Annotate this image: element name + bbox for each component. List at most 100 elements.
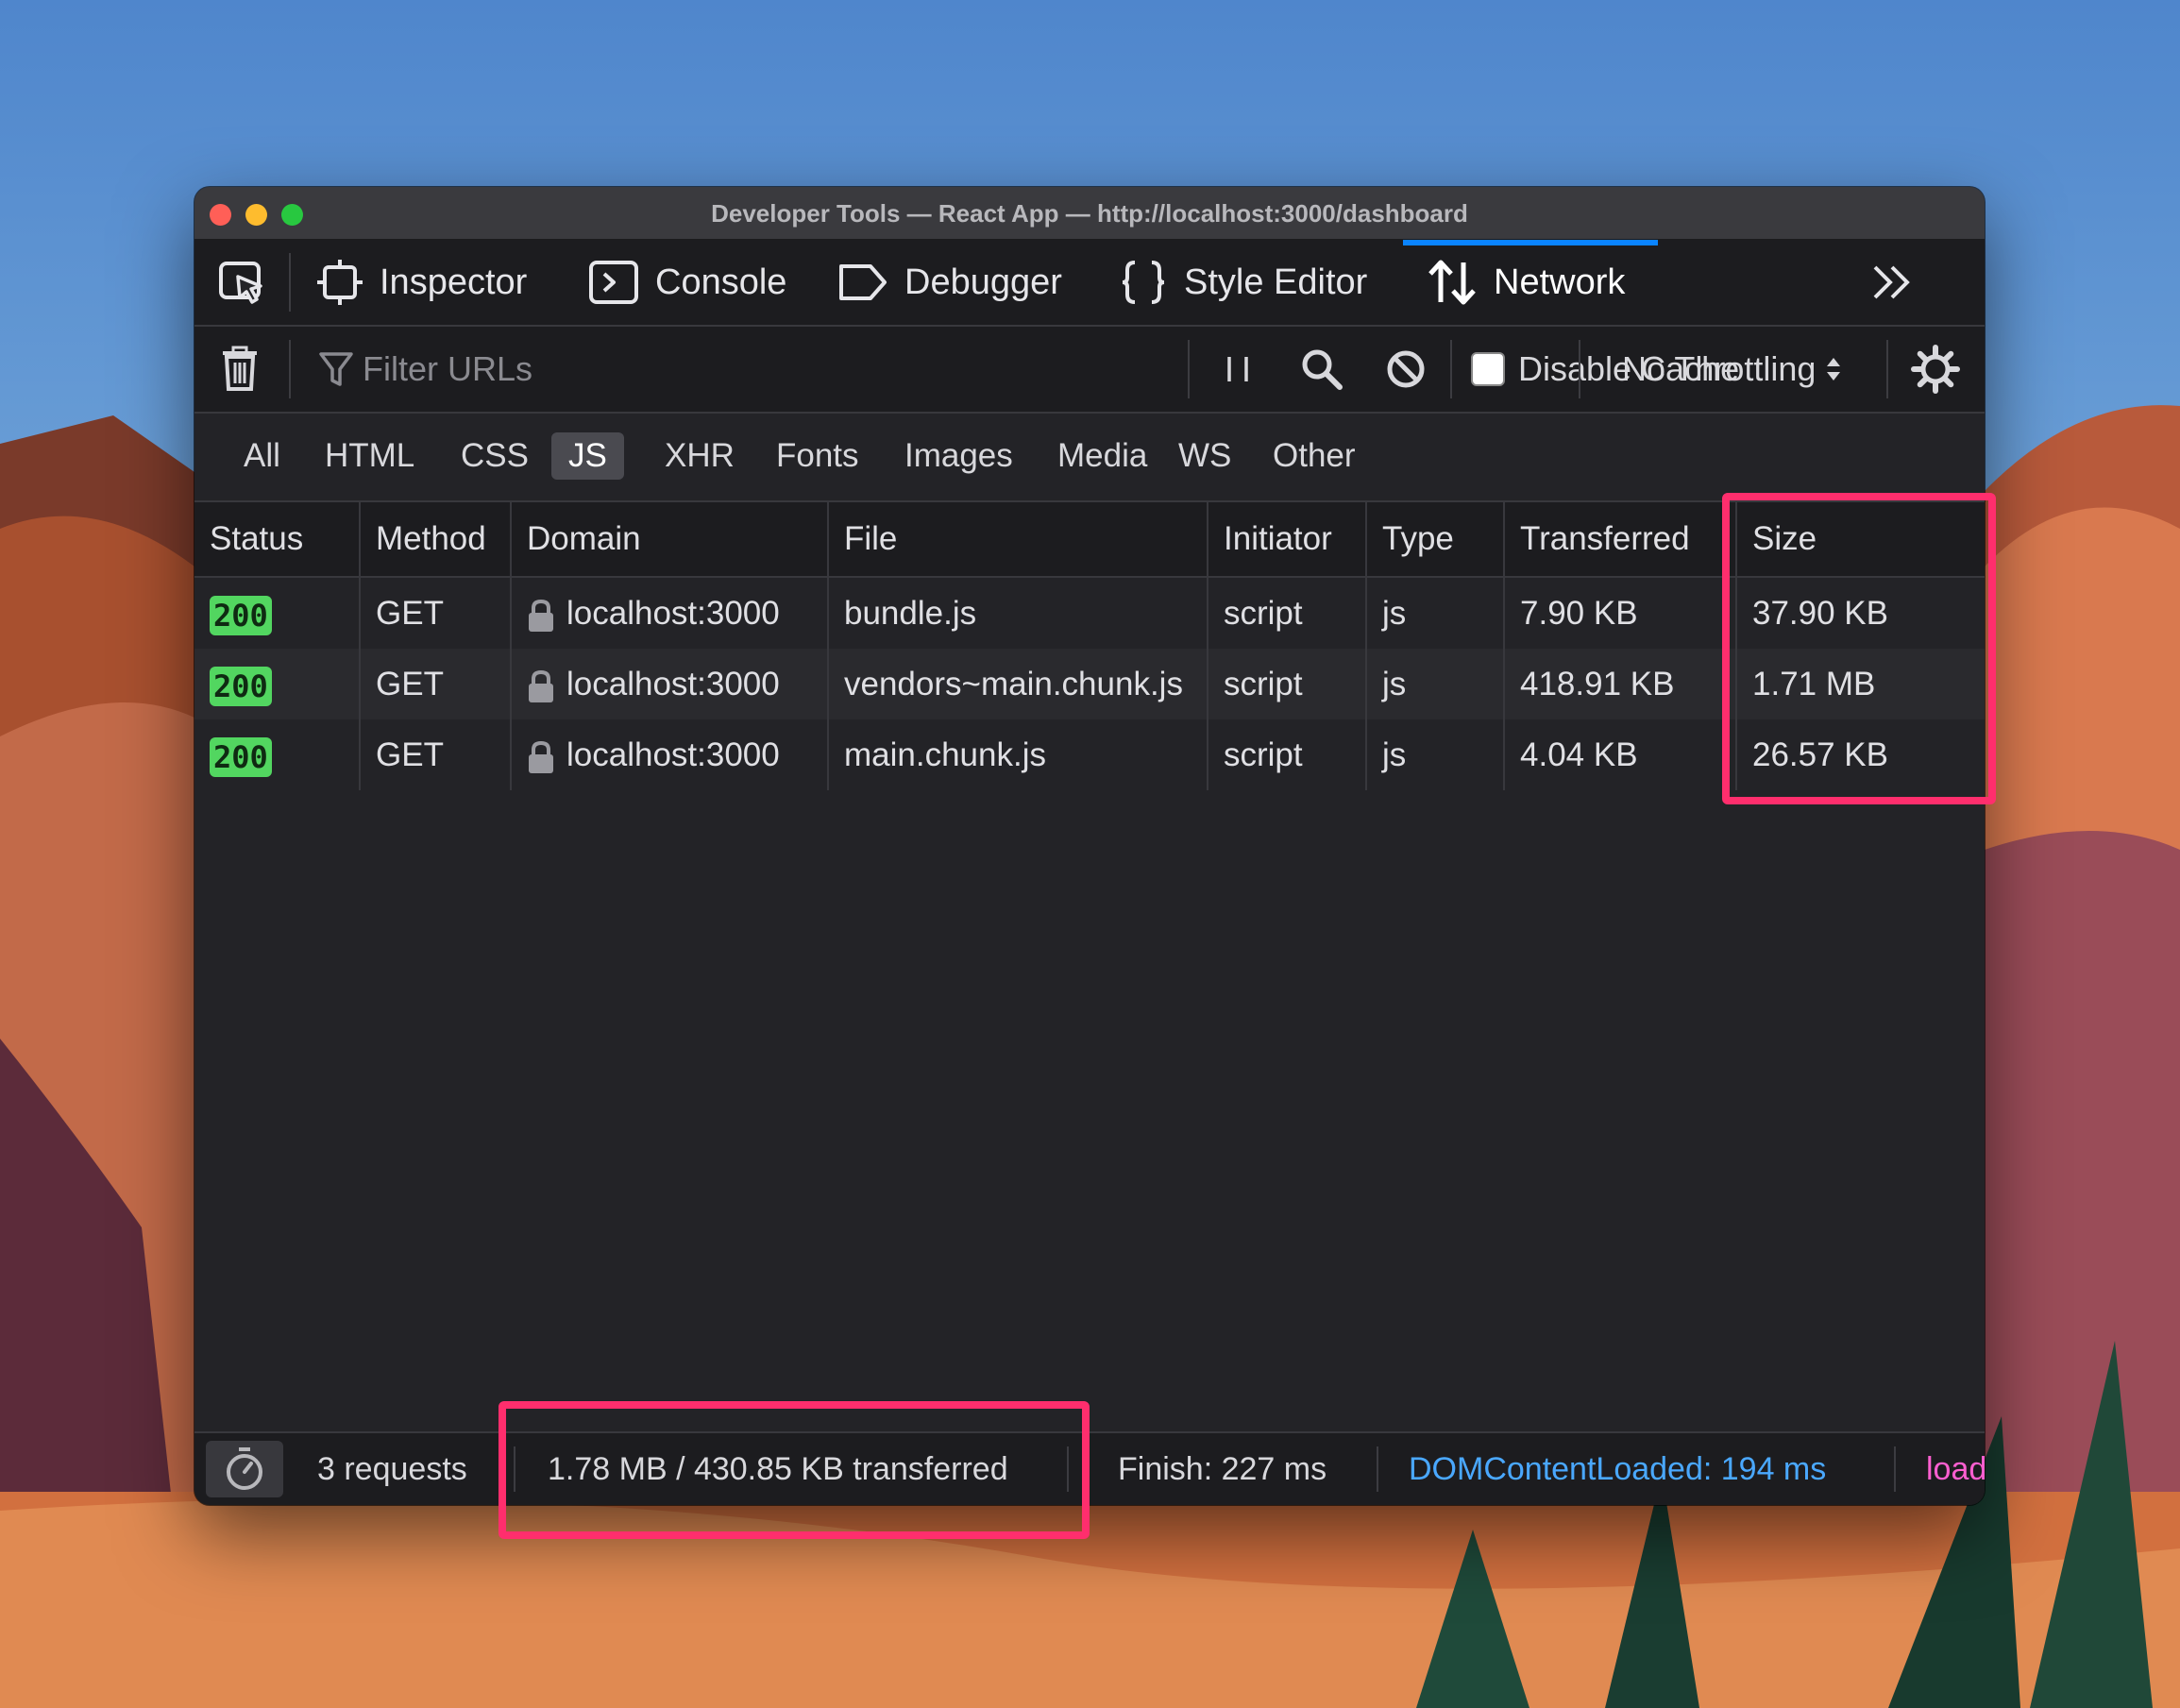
tab-debugger-label: Debugger: [904, 262, 1062, 302]
debugger-icon: [839, 264, 887, 300]
performance-analysis-button[interactable]: [206, 1441, 283, 1497]
initiator-cell: script: [1208, 719, 1367, 790]
throttling-select[interactable]: No Throttling: [1622, 327, 1842, 412]
method-cell: GET: [361, 649, 512, 719]
size-column-highlight: [1722, 493, 1996, 804]
status-cell: 200: [194, 719, 361, 790]
column-header-type[interactable]: Type: [1367, 502, 1505, 576]
disable-cache-checkbox[interactable]: [1471, 352, 1505, 386]
status-divider: [1377, 1446, 1378, 1492]
network-icon: [1428, 260, 1476, 305]
gear-icon: [1911, 345, 1960, 394]
type-filter-xhr[interactable]: XHR: [648, 432, 752, 480]
type-filter-media[interactable]: Media: [1040, 432, 1164, 480]
initiator-cell: script: [1208, 578, 1367, 649]
table-row[interactable]: 200 GET localhost:3000 vendors~main.chun…: [194, 649, 1985, 719]
type-filter-fonts[interactable]: Fonts: [759, 432, 876, 480]
status-cell: 200: [194, 578, 361, 649]
stopwatch-icon: [227, 1447, 262, 1490]
column-header-transferred[interactable]: Transferred: [1505, 502, 1737, 576]
requests-table-header: Status Method Domain File Initiator Type…: [194, 502, 1985, 578]
block-requests-button[interactable]: [1386, 327, 1426, 412]
column-header-domain[interactable]: Domain: [512, 502, 829, 576]
status-cell: 200: [194, 649, 361, 719]
filter-divider: [1886, 340, 1888, 398]
double-chevron-icon: [1873, 265, 1910, 299]
file-cell: vendors~main.chunk.js: [829, 649, 1208, 719]
method-cell: GET: [361, 578, 512, 649]
type-filter-other[interactable]: Other: [1256, 432, 1373, 480]
filter-divider: [1450, 340, 1452, 398]
tab-network-label: Network: [1494, 262, 1626, 302]
transferred-cell: 7.90 KB: [1505, 578, 1737, 649]
column-header-status[interactable]: Status: [194, 502, 361, 576]
tab-inspector-label: Inspector: [380, 262, 528, 302]
column-header-initiator[interactable]: Initiator: [1208, 502, 1367, 576]
search-button[interactable]: [1301, 327, 1343, 412]
element-picker-button[interactable]: [217, 240, 266, 325]
filter-divider: [1188, 340, 1190, 398]
filter-divider-2: [1579, 340, 1580, 398]
devtools-toolbar: Inspector Console Debugger Style Editor: [194, 240, 1985, 327]
lock-icon: [529, 740, 553, 773]
tab-inspector[interactable]: Inspector: [317, 240, 527, 325]
type-filter-css[interactable]: CSS: [444, 432, 546, 480]
filter-icon: [319, 352, 353, 386]
network-status-bar: 3 requests 1.78 MB / 430.85 KB transferr…: [194, 1431, 1985, 1505]
type-filter-html[interactable]: HTML: [308, 432, 431, 480]
style-editor-icon: [1122, 261, 1165, 304]
type-filter-ws[interactable]: WS: [1161, 432, 1248, 480]
network-settings-button[interactable]: [1911, 327, 1960, 412]
domain-cell: localhost:3000: [512, 578, 829, 649]
throttling-value: No Throttling: [1622, 349, 1817, 388]
initiator-cell: script: [1208, 649, 1367, 719]
file-cell: main.chunk.js: [829, 719, 1208, 790]
domain-cell: localhost:3000: [512, 719, 829, 790]
pause-icon: [1227, 357, 1248, 381]
file-cell: bundle.js: [829, 578, 1208, 649]
tab-style-editor[interactable]: Style Editor: [1120, 240, 1367, 325]
tab-network[interactable]: Network: [1428, 240, 1625, 325]
transferred-summary-highlight: [499, 1401, 1090, 1539]
table-row[interactable]: 200 GET localhost:3000 main.chunk.js scr…: [194, 719, 1985, 790]
window-title: Developer Tools — React App — http://loc…: [711, 199, 1468, 228]
transferred-cell: 418.91 KB: [1505, 649, 1737, 719]
finish-time: Finish: 227 ms: [1118, 1451, 1327, 1487]
column-header-file[interactable]: File: [829, 502, 1208, 576]
type-cell: js: [1367, 719, 1505, 790]
trash-icon: [223, 346, 257, 391]
block-icon: [1387, 350, 1425, 388]
filter-urls-input[interactable]: Filter URLs: [319, 327, 1188, 412]
type-filter-images[interactable]: Images: [887, 432, 1030, 480]
tab-console[interactable]: Console: [589, 240, 786, 325]
table-row[interactable]: 200 GET localhost:3000 bundle.js script …: [194, 578, 1985, 649]
filter-urls-placeholder: Filter URLs: [363, 349, 533, 388]
domain-cell: localhost:3000: [512, 649, 829, 719]
status-badge: 200: [210, 736, 272, 777]
request-count: 3 requests: [317, 1451, 467, 1487]
type-cell: js: [1367, 578, 1505, 649]
search-icon: [1302, 349, 1343, 390]
tab-style-editor-label: Style Editor: [1184, 262, 1368, 302]
transferred-cell: 4.04 KB: [1505, 719, 1737, 790]
select-arrows-icon: [1827, 358, 1841, 380]
lock-icon: [529, 599, 553, 632]
status-badge: 200: [210, 595, 272, 635]
pause-recording-button[interactable]: [1224, 327, 1252, 412]
filter-divider: [289, 340, 291, 398]
type-filter-js[interactable]: JS: [551, 432, 624, 480]
status-badge: 200: [210, 666, 272, 706]
type-cell: js: [1367, 649, 1505, 719]
lock-icon: [529, 669, 553, 702]
type-filter-all[interactable]: All: [227, 432, 297, 480]
tab-debugger[interactable]: Debugger: [838, 240, 1062, 325]
title-bar: Developer Tools — React App — http://loc…: [194, 187, 1985, 240]
clear-requests-button[interactable]: [221, 327, 259, 412]
column-header-method[interactable]: Method: [361, 502, 512, 576]
status-divider: [1894, 1446, 1896, 1492]
element-picker-icon: [219, 262, 262, 304]
method-cell: GET: [361, 719, 512, 790]
inspector-icon: [317, 260, 363, 305]
load-time: load: [1926, 1451, 1985, 1487]
more-tools-button[interactable]: [1871, 240, 1915, 325]
